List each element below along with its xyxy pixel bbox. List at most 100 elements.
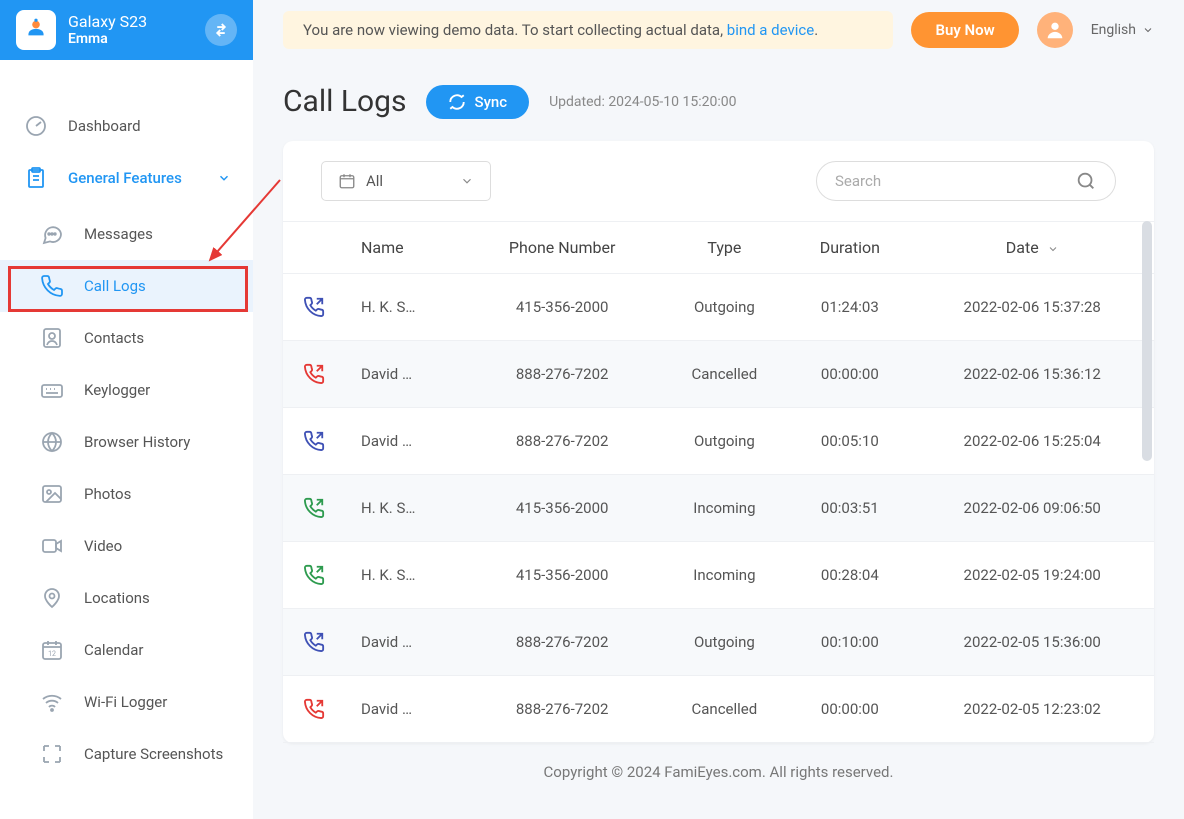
call-type-icon bbox=[303, 296, 325, 318]
cell-date: 2022-02-06 15:25:04 bbox=[910, 408, 1154, 475]
search-icon bbox=[1075, 170, 1097, 192]
scrollbar[interactable] bbox=[1142, 221, 1152, 461]
cell-date: 2022-02-06 09:06:50 bbox=[910, 475, 1154, 542]
footer-text: Copyright © 2024 FamiEyes.com. All right… bbox=[253, 743, 1184, 801]
updated-text: Updated: 2024-05-10 15:20:00 bbox=[549, 94, 736, 110]
sidebar-item-label: Call Logs bbox=[84, 277, 146, 295]
contacts-icon bbox=[38, 326, 66, 350]
call-type-icon bbox=[303, 564, 325, 586]
cell-type: Cancelled bbox=[659, 676, 789, 743]
sidebar-item-label: Messages bbox=[84, 225, 153, 243]
nav: Dashboard General Features Messages Call … bbox=[0, 60, 253, 819]
sync-label: Sync bbox=[474, 93, 507, 111]
table-row[interactable]: David …888-276-7202Cancelled00:00:002022… bbox=[283, 341, 1154, 408]
table-row[interactable]: David …888-276-7202Outgoing00:10:002022-… bbox=[283, 609, 1154, 676]
sidebar-item-label: Capture Screenshots bbox=[84, 745, 223, 763]
brand-logo-icon bbox=[16, 10, 56, 50]
sidebar-item-label: Video bbox=[84, 537, 122, 555]
call-type-icon bbox=[303, 698, 325, 720]
demo-banner: You are now viewing demo data. To start … bbox=[283, 11, 893, 49]
cell-duration: 00:00:00 bbox=[789, 676, 910, 743]
nav-general-features[interactable]: General Features bbox=[0, 152, 253, 208]
table-row[interactable]: H. K. S…415-356-2000Outgoing01:24:032022… bbox=[283, 274, 1154, 341]
sidebar-item-browser-history[interactable]: Browser History bbox=[0, 416, 253, 468]
sidebar-item-keylogger[interactable]: Keylogger bbox=[0, 364, 253, 416]
sidebar-item-capture-screenshots[interactable]: Capture Screenshots bbox=[0, 728, 253, 780]
main: You are now viewing demo data. To start … bbox=[253, 0, 1184, 819]
sidebar-item-label: Browser History bbox=[84, 433, 190, 451]
sync-icon bbox=[448, 93, 466, 111]
call-type-icon bbox=[303, 631, 325, 653]
sidebar-item-call-logs[interactable]: Call Logs bbox=[0, 260, 253, 312]
cell-date: 2022-02-05 12:23:02 bbox=[910, 676, 1154, 743]
sidebar-item-wi-fi-logger[interactable]: Wi-Fi Logger bbox=[0, 676, 253, 728]
sidebar-item-label: Photos bbox=[84, 485, 131, 503]
messages-icon bbox=[38, 222, 66, 246]
table-header-row: Name Phone Number Type Duration Date bbox=[283, 222, 1154, 274]
col-type[interactable]: Type bbox=[659, 222, 789, 274]
page-title-row: Call Logs Sync Updated: 2024-05-10 15:20… bbox=[253, 60, 1184, 141]
table-row[interactable]: David … 888-276-7202Outgoing00:05:102022-… bbox=[283, 408, 1154, 475]
type-filter-select[interactable]: All bbox=[321, 161, 491, 201]
cell-duration: 00:10:00 bbox=[789, 609, 910, 676]
cell-type: Incoming bbox=[659, 475, 789, 542]
cell-name: H. K. S… bbox=[361, 298, 415, 316]
filter-value: All bbox=[366, 172, 383, 190]
calendar-icon bbox=[338, 172, 356, 190]
cell-name: David … bbox=[361, 700, 412, 718]
cell-phone: 415-356-2000 bbox=[465, 542, 660, 609]
swap-device-button[interactable] bbox=[205, 14, 237, 46]
sidebar-item-label: Contacts bbox=[84, 329, 144, 347]
sidebar-item-messages[interactable]: Messages bbox=[0, 208, 253, 260]
sync-button[interactable]: Sync bbox=[426, 85, 529, 119]
cell-phone: 888-276-7202 bbox=[465, 408, 660, 475]
topbar: You are now viewing demo data. To start … bbox=[253, 0, 1184, 60]
cell-name: David … bbox=[361, 432, 412, 450]
demo-text-prefix: You are now viewing demo data. To start … bbox=[303, 21, 727, 39]
clipboard-icon bbox=[22, 166, 50, 190]
table-row[interactable]: H. K. S…415-356-2000Incoming00:28:042022… bbox=[283, 542, 1154, 609]
cell-date: 2022-02-06 15:37:28 bbox=[910, 274, 1154, 341]
dashboard-icon bbox=[22, 114, 50, 138]
sidebar-item-contacts[interactable]: Contacts bbox=[0, 312, 253, 364]
sidebar-item-calendar[interactable]: 12Calendar bbox=[0, 624, 253, 676]
call-logs-table: Name Phone Number Type Duration Date H. … bbox=[283, 221, 1154, 743]
table-row[interactable]: H. K. S…415-356-2000Incoming00:03:512022… bbox=[283, 475, 1154, 542]
cell-duration: 01:24:03 bbox=[789, 274, 910, 341]
device-name: Galaxy S23 bbox=[68, 12, 147, 31]
bind-device-link[interactable]: bind a device bbox=[727, 21, 814, 39]
cell-duration: 00:05:10 bbox=[789, 408, 910, 475]
cell-duration: 00:00:00 bbox=[789, 341, 910, 408]
sidebar-item-photos[interactable]: Photos bbox=[0, 468, 253, 520]
language-select[interactable]: English bbox=[1091, 22, 1154, 38]
chevron-down-icon bbox=[460, 174, 474, 188]
nav-general-features-label: General Features bbox=[68, 169, 182, 187]
col-date[interactable]: Date bbox=[910, 222, 1154, 274]
cell-duration: 00:03:51 bbox=[789, 475, 910, 542]
sidebar-item-locations[interactable]: Locations bbox=[0, 572, 253, 624]
sort-icon bbox=[1047, 243, 1059, 255]
sidebar-item-label: Wi-Fi Logger bbox=[84, 693, 167, 711]
sidebar-item-label: Keylogger bbox=[84, 381, 150, 399]
sidebar-item-video[interactable]: Video bbox=[0, 520, 253, 572]
cell-type: Outgoing bbox=[659, 408, 789, 475]
call-logs-card: All Name Phone Number Ty bbox=[283, 141, 1154, 743]
search-input[interactable] bbox=[835, 172, 1075, 190]
buy-now-button[interactable]: Buy Now bbox=[911, 12, 1018, 48]
call-type-icon bbox=[303, 430, 325, 452]
call-type-icon bbox=[303, 497, 325, 519]
cell-name: David … bbox=[361, 633, 412, 651]
search-box[interactable] bbox=[816, 161, 1116, 201]
col-name[interactable]: Name bbox=[353, 222, 465, 274]
table-row[interactable]: David … 888-276-7202Cancelled00:00:002022… bbox=[283, 676, 1154, 743]
col-duration[interactable]: Duration bbox=[789, 222, 910, 274]
call-type-icon bbox=[303, 363, 325, 385]
avatar[interactable] bbox=[1037, 12, 1073, 48]
cell-phone: 888-276-7202 bbox=[465, 341, 660, 408]
cell-phone: 888-276-7202 bbox=[465, 676, 660, 743]
nav-dashboard[interactable]: Dashboard bbox=[0, 100, 253, 152]
sidebar-header: Galaxy S23 Emma bbox=[0, 0, 253, 60]
call-logs-icon bbox=[38, 274, 66, 298]
col-phone[interactable]: Phone Number bbox=[465, 222, 660, 274]
capture-screenshots-icon bbox=[38, 742, 66, 766]
